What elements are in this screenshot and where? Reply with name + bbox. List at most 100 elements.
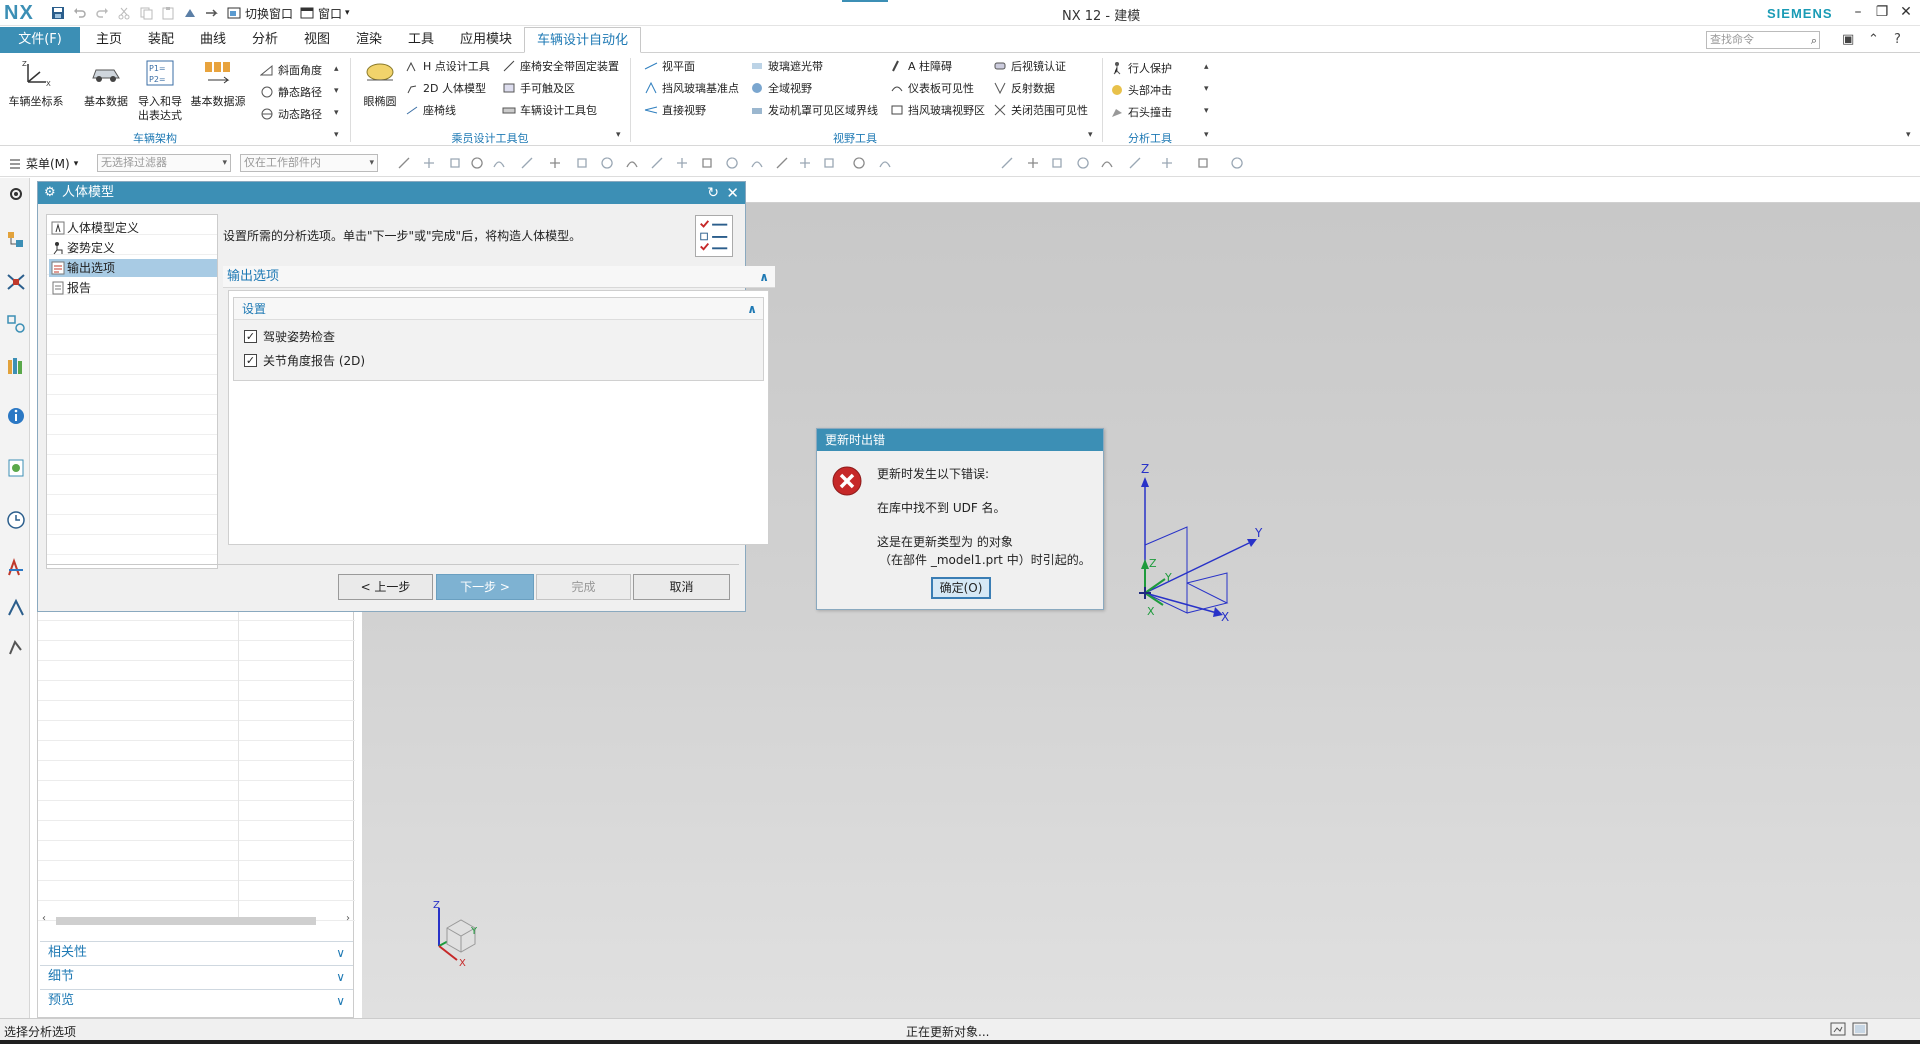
arc-icon[interactable]	[650, 156, 664, 170]
eyellipse-button[interactable]: 眼椭圆	[358, 58, 402, 109]
checkbox-checked-icon[interactable]: ✓	[244, 330, 257, 343]
hd3d-tools-icon[interactable]	[6, 406, 26, 426]
system-scene-icon[interactable]	[6, 638, 26, 658]
select-icon[interactable]	[448, 156, 462, 170]
snap-icon[interactable]	[397, 156, 411, 170]
shade-band-button[interactable]: 玻璃遮光带	[750, 58, 823, 74]
touch-mode-icon[interactable]	[182, 5, 198, 21]
direct-vision-button[interactable]: 直接视野	[644, 102, 706, 118]
role-icon[interactable]	[6, 598, 26, 618]
reflection-data-button[interactable]: 反射数据	[993, 80, 1055, 96]
orient-icon[interactable]	[1076, 156, 1090, 170]
error-dialog-title[interactable]: 更新时出错	[817, 429, 1103, 451]
face-icon[interactable]	[575, 156, 589, 170]
file-menu[interactable]: 文件(F)	[0, 27, 80, 53]
section-preview[interactable]: 预览 ∨	[40, 989, 353, 1011]
step-human-model-definition[interactable]: 人体模型定义	[49, 219, 217, 237]
seatbelt-anchorage-button[interactable]: 座椅安全带固定装置	[502, 58, 619, 74]
eye-plane-button[interactable]: 视平面	[644, 58, 695, 74]
angle-icon[interactable]	[798, 156, 812, 170]
instrument-panel-visibility-button[interactable]: 仪表板可见性	[890, 80, 974, 96]
bounding-icon[interactable]	[852, 156, 866, 170]
head-impact-button[interactable]: 头部冲击	[1110, 82, 1172, 98]
collapse-ribbon-icon[interactable]: ⌃	[1868, 32, 1879, 47]
restore-icon[interactable]: ❐	[1872, 4, 1892, 20]
windshield-datum-button[interactable]: 挡风玻璃基准点	[644, 80, 739, 96]
navigator-list[interactable]	[38, 601, 355, 921]
checkbox-checked-icon[interactable]: ✓	[244, 354, 257, 367]
tab-assembly[interactable]: 装配	[148, 27, 174, 53]
help-icon[interactable]: ?	[1894, 32, 1901, 47]
web-browser-icon[interactable]	[6, 458, 26, 478]
body-icon[interactable]	[520, 156, 534, 170]
windshield-vision-zone-button[interactable]: 挡风玻璃视野区	[890, 102, 985, 118]
layout-icon[interactable]	[1852, 1022, 1868, 1036]
rotate-icon[interactable]	[1026, 156, 1040, 170]
dynamic-path-button[interactable]: 动态路径	[260, 106, 322, 122]
scrollbar-thumb[interactable]	[56, 917, 316, 925]
chevron-up-icon[interactable]: ∧	[759, 266, 769, 288]
dialog-title-bar[interactable]: ⚙ 人体模型 ↻ ✕	[38, 182, 745, 204]
selection-scope-select[interactable]: 仅在工作部件内 ▾	[240, 154, 378, 172]
scroll-up-icon[interactable]: ▴	[1204, 62, 1209, 72]
point-icon[interactable]	[600, 156, 614, 170]
tab-vehicle-design-automation[interactable]: 车辆设计自动化	[524, 27, 642, 53]
close-range-visibility-button[interactable]: 关闭范围可见性	[993, 102, 1088, 118]
group-expand-icon[interactable]: ▾	[1204, 130, 1209, 140]
cut-icon[interactable]	[116, 5, 132, 21]
step-posture-definition[interactable]: 姿势定义	[49, 239, 217, 257]
view-fit-icon[interactable]	[878, 156, 892, 170]
2d-manikin-button[interactable]: 2D 人体模型	[405, 80, 486, 96]
tab-application[interactable]: 应用模块	[460, 27, 512, 53]
section-details[interactable]: 细节 ∨	[40, 965, 353, 987]
render-style-icon[interactable]	[1160, 156, 1174, 170]
paste-icon[interactable]	[160, 5, 176, 21]
section-dependencies[interactable]: 相关性 ∨	[40, 941, 353, 963]
solid-icon[interactable]	[548, 156, 562, 170]
part-navigator-icon[interactable]	[6, 314, 26, 334]
group-expand-icon[interactable]: ▾	[616, 130, 621, 140]
section-icon[interactable]	[1196, 156, 1210, 170]
joint-angle-report-checkbox[interactable]: ✓ 关节角度报告 (2D)	[244, 352, 365, 369]
shade-icon[interactable]	[1128, 156, 1142, 170]
next-button[interactable]: 下一步 >	[436, 574, 534, 600]
process-studio-icon[interactable]	[6, 558, 26, 578]
layer-icon[interactable]	[1100, 156, 1114, 170]
finish-button[interactable]: 完成	[536, 574, 631, 600]
display-icon[interactable]	[1230, 156, 1244, 170]
redo-icon[interactable]	[94, 5, 110, 21]
more-icon[interactable]: ▾	[1204, 106, 1209, 116]
step-report[interactable]: 报告	[49, 279, 217, 297]
zoom-icon[interactable]	[1000, 156, 1014, 170]
save-icon[interactable]	[50, 5, 66, 21]
pan-icon[interactable]	[1050, 156, 1064, 170]
vehicle-csys-button[interactable]: ZX 车辆坐标系	[4, 58, 68, 109]
center-icon[interactable]	[750, 156, 764, 170]
tab-curve[interactable]: 曲线	[200, 27, 226, 53]
settings-group-header[interactable]: 设置 ∧	[234, 298, 763, 320]
output-options-section-header[interactable]: 输出选项 ∧	[223, 266, 775, 288]
tab-view[interactable]: 视图	[304, 27, 330, 53]
tab-analysis[interactable]: 分析	[252, 27, 278, 53]
tab-tools[interactable]: 工具	[408, 27, 434, 53]
chevron-up-icon[interactable]: ∧	[747, 298, 757, 320]
h-point-design-tool-button[interactable]: H 点设计工具	[405, 58, 490, 74]
basic-data-button[interactable]: 基本数据	[80, 58, 132, 109]
close-icon[interactable]: ✕	[1896, 4, 1916, 20]
menu-button[interactable]: 菜单(M) ▾	[8, 155, 78, 172]
reset-icon[interactable]: ↻	[707, 182, 719, 204]
window-menu-button[interactable]: 窗口 ▾	[299, 5, 350, 22]
circle-icon[interactable]	[700, 156, 714, 170]
rectangle-select-icon[interactable]	[492, 156, 506, 170]
scroll-right-icon[interactable]: ›	[346, 913, 350, 924]
history-icon[interactable]	[6, 510, 26, 530]
command-search-input[interactable]: 查找命令 ⌕	[1706, 31, 1820, 49]
basic-data-source-button[interactable]: 基本数据源	[188, 58, 248, 109]
chevron-down-icon[interactable]: ▾	[1204, 84, 1209, 94]
minimize-icon[interactable]: –	[1848, 4, 1868, 20]
search-icon[interactable]: ⌕	[1811, 33, 1817, 49]
gear-icon[interactable]	[6, 184, 26, 204]
tab-home[interactable]: 主页	[96, 27, 122, 53]
switch-window-button[interactable]: 切换窗口	[226, 5, 293, 22]
import-export-expressions-button[interactable]: P1= P2= 导入和导出表达式	[136, 58, 184, 123]
